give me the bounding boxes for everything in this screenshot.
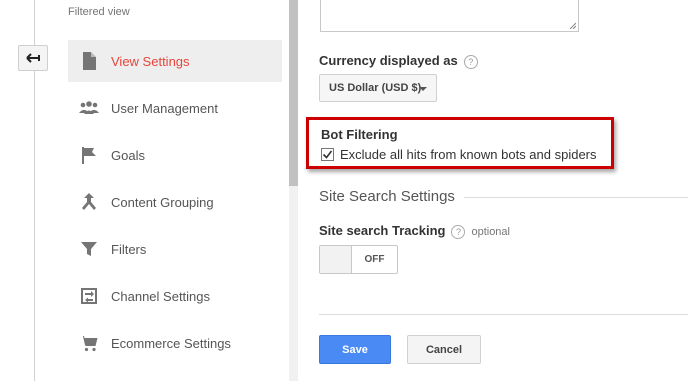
scrollbar-thumb[interactable] [289,0,298,186]
cart-icon [77,331,101,355]
main-content: Currency displayed as? US Dollar (USD $)… [298,0,688,381]
checkmark-icon [322,150,333,159]
help-icon[interactable]: ? [463,54,478,69]
sidebar-item-content-grouping[interactable]: Content Grouping [68,181,282,223]
caret-down-icon [419,87,427,91]
bot-filtering-highlight: Bot Filtering Exclude all hits from know… [306,117,614,169]
textarea-field[interactable] [320,0,579,32]
sidebar-item-label: View Settings [111,53,190,69]
bot-filtering-checkbox-label[interactable]: Exclude all hits from known bots and spi… [340,147,597,162]
currency-label-row: Currency displayed as? [319,53,478,69]
sidebar-item-channel-settings[interactable]: Channel Settings [68,275,282,317]
flag-icon [77,143,101,167]
currency-selected-value: US Dollar (USD $) [329,82,422,94]
sidebar-item-label: Channel Settings [111,288,211,304]
funnel-icon [77,237,101,261]
sidebar-item-label: Goals [111,147,145,163]
sidebar-item-filters[interactable]: Filters [68,228,282,270]
cancel-button[interactable]: Cancel [407,335,481,364]
back-arrow-icon [26,53,40,63]
bot-filtering-option[interactable]: Exclude all hits from known bots and spi… [321,147,597,162]
sidebar-item-label: Ecommerce Settings [111,335,231,351]
currency-select[interactable]: US Dollar (USD $) [319,74,437,102]
sidebar-item-label: Content Grouping [111,194,214,210]
footer-divider [319,314,688,315]
sidebar-item-label: Filters [111,241,147,257]
site-search-tracking-row: Site search Tracking? optional [319,223,510,239]
left-rail [0,0,60,381]
back-button[interactable] [18,45,48,71]
resize-grip-icon[interactable] [568,21,576,29]
sidebar-item-label: User Management [111,100,218,116]
currency-label: Currency displayed as [319,53,458,68]
sidebar-item-goals[interactable]: Goals [68,134,282,176]
users-icon [77,96,101,120]
site-search-toggle[interactable]: OFF [319,245,398,274]
save-button[interactable]: Save [319,335,391,364]
bot-filtering-checkbox[interactable] [321,148,334,161]
site-search-section-title: Site Search Settings [319,188,455,205]
toggle-state: OFF [364,254,385,265]
sidebar: Filtered view View Settings User Managem… [60,0,290,381]
help-icon[interactable]: ? [451,224,466,239]
site-search-tracking-label: Site search Tracking [319,223,446,238]
toggle-knob[interactable] [320,246,352,273]
sidebar-section-label: Filtered view [68,6,130,18]
channel-icon [77,284,101,308]
grouping-icon [77,190,101,214]
section-divider [464,197,688,198]
bot-filtering-title: Bot Filtering [321,127,398,142]
sidebar-item-ecommerce-settings[interactable]: Ecommerce Settings [68,322,282,364]
optional-label: optional [471,226,510,238]
sidebar-scrollbar[interactable] [289,0,298,381]
sidebar-item-user-management[interactable]: User Management [68,87,282,129]
sidebar-item-view-settings[interactable]: View Settings [68,40,282,82]
document-icon [77,49,101,73]
